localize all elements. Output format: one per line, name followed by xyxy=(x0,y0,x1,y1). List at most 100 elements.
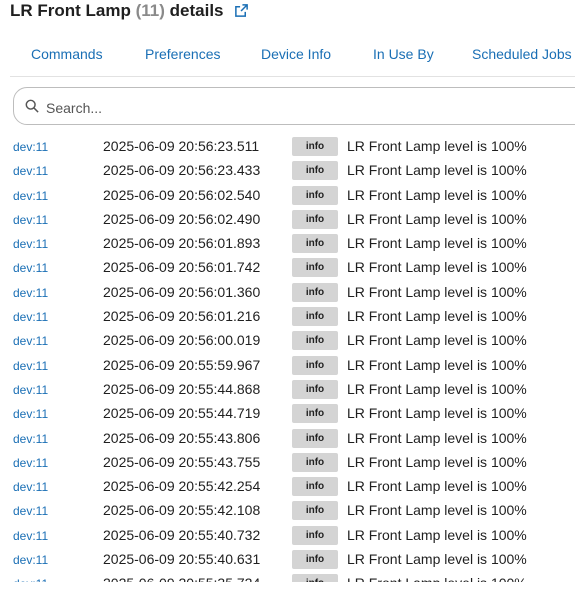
tab-scheduled-jobs[interactable]: Scheduled Jobs xyxy=(472,46,572,62)
log-level-badge: info xyxy=(292,477,338,496)
log-row: dev:11 2025-06-09 20:56:01.742 info LR Fron… xyxy=(0,255,575,279)
log-level-badge: info xyxy=(292,550,338,569)
log-level-badge: info xyxy=(292,526,338,545)
device-name: LR Front Lamp xyxy=(10,1,131,20)
log-timestamp: 2025-06-09 20:55:42.254 xyxy=(103,478,261,494)
log-row: dev:11 2025-06-09 20:56:02.490 info LR Fron… xyxy=(0,207,575,231)
log-device-link[interactable]: dev:11 xyxy=(13,407,48,421)
log-timestamp: 2025-06-09 20:56:01.216 xyxy=(103,308,261,324)
log-message: LR Front Lamp level is 100% xyxy=(347,551,527,567)
log-message: LR Front Lamp level is 100% xyxy=(347,502,527,518)
log-device-link[interactable]: dev:11 xyxy=(13,529,48,543)
log-timestamp: 2025-06-09 20:55:40.631 xyxy=(103,551,261,567)
log-timestamp: 2025-06-09 20:56:23.511 xyxy=(103,138,260,154)
log-row: dev:11 2025-06-09 20:56:23.433 info LR Fron… xyxy=(0,158,575,182)
log-row: dev:11 2025-06-09 20:56:23.511 info LR Fron… xyxy=(0,134,575,158)
title-suffix: details xyxy=(169,1,224,20)
log-level-badge: info xyxy=(292,283,338,302)
log-timestamp: 2025-06-09 20:55:44.868 xyxy=(103,381,261,397)
log-timestamp: 2025-06-09 20:56:01.893 xyxy=(103,235,261,251)
log-row: dev:11 2025-06-09 20:55:42.254 info LR Fron… xyxy=(0,474,575,498)
log-level-badge: info xyxy=(292,307,338,326)
log-message: LR Front Lamp level is 100% xyxy=(347,527,527,543)
log-level-badge: info xyxy=(292,161,338,180)
log-timestamp: 2025-06-09 20:56:00.019 xyxy=(103,332,261,348)
log-level-badge: info xyxy=(292,574,338,582)
log-device-link[interactable]: dev:11 xyxy=(13,577,48,582)
log-timestamp: 2025-06-09 20:55:42.108 xyxy=(103,502,261,518)
log-timestamp: 2025-06-09 20:56:02.490 xyxy=(103,211,261,227)
log-device-link[interactable]: dev:11 xyxy=(13,189,48,203)
log-device-link[interactable]: dev:11 xyxy=(13,164,48,178)
log-message: LR Front Lamp level is 100% xyxy=(347,235,527,251)
tab-bar: Commands Preferences Device Info In Use … xyxy=(10,38,575,77)
log-level-badge: info xyxy=(292,501,338,520)
log-device-link[interactable]: dev:11 xyxy=(13,310,48,324)
log-level-badge: info xyxy=(292,258,338,277)
log-message: LR Front Lamp level is 100% xyxy=(347,187,527,203)
log-device-link[interactable]: dev:11 xyxy=(13,140,48,154)
tab-device-info[interactable]: Device Info xyxy=(261,46,331,62)
log-message: LR Front Lamp level is 100% xyxy=(347,138,527,154)
log-device-link[interactable]: dev:11 xyxy=(13,261,48,275)
log-message: LR Front Lamp level is 100% xyxy=(347,357,527,373)
log-level-badge: info xyxy=(292,331,338,350)
search-input[interactable] xyxy=(44,96,528,120)
log-timestamp: 2025-06-09 20:55:40.732 xyxy=(103,527,261,543)
log-level-badge: info xyxy=(292,210,338,229)
log-timestamp: 2025-06-09 20:56:01.742 xyxy=(103,259,261,275)
log-message: LR Front Lamp level is 100% xyxy=(347,259,527,275)
log-row: dev:11 2025-06-09 20:56:01.893 info LR Fron… xyxy=(0,231,575,255)
tab-in-use-by[interactable]: In Use By xyxy=(373,46,434,62)
log-message: LR Front Lamp level is 100% xyxy=(347,332,527,348)
log-timestamp: 2025-06-09 20:55:35.724 xyxy=(103,575,260,582)
log-device-link[interactable]: dev:11 xyxy=(13,334,48,348)
log-timestamp: 2025-06-09 20:55:59.967 xyxy=(103,357,261,373)
log-device-link[interactable]: dev:11 xyxy=(13,553,48,567)
log-level-badge: info xyxy=(292,429,338,448)
tab-preferences[interactable]: Preferences xyxy=(145,46,220,62)
log-timestamp: 2025-06-09 20:55:43.806 xyxy=(103,430,261,446)
tab-commands[interactable]: Commands xyxy=(31,46,103,62)
log-row: dev:11 2025-06-09 20:56:00.019 info LR Fron… xyxy=(0,328,575,352)
log-device-link[interactable]: dev:11 xyxy=(13,456,48,470)
log-message: LR Front Lamp level is 100% xyxy=(347,575,527,582)
log-device-link[interactable]: dev:11 xyxy=(13,504,48,518)
log-level-badge: info xyxy=(292,404,338,423)
log-level-badge: info xyxy=(292,453,338,472)
log-message: LR Front Lamp level is 100% xyxy=(347,162,527,178)
log-device-link[interactable]: dev:11 xyxy=(13,237,48,251)
log-device-link[interactable]: dev:11 xyxy=(13,432,48,446)
log-message: LR Front Lamp level is 100% xyxy=(347,308,527,324)
log-device-link[interactable]: dev:11 xyxy=(13,480,48,494)
log-row: dev:11 2025-06-09 20:55:43.806 info LR Fron… xyxy=(0,426,575,450)
log-message: LR Front Lamp level is 100% xyxy=(347,430,527,446)
log-level-badge: info xyxy=(292,234,338,253)
search-icon xyxy=(25,99,39,118)
log-row: dev:11 2025-06-09 20:55:40.732 info LR Fron… xyxy=(0,523,575,547)
log-message: LR Front Lamp level is 100% xyxy=(347,284,527,300)
log-timestamp: 2025-06-09 20:55:43.755 xyxy=(103,454,261,470)
log-device-link[interactable]: dev:11 xyxy=(13,286,48,300)
log-timestamp: 2025-06-09 20:56:02.540 xyxy=(103,187,261,203)
log-timestamp: 2025-06-09 20:55:44.719 xyxy=(103,405,261,421)
log-row: dev:11 2025-06-09 20:55:43.755 info LR Fron… xyxy=(0,450,575,474)
log-message: LR Front Lamp level is 100% xyxy=(347,211,527,227)
log-message: LR Front Lamp level is 100% xyxy=(347,478,527,494)
search-box xyxy=(13,87,575,125)
log-timestamp: 2025-06-09 20:56:23.433 xyxy=(103,162,261,178)
log-row: dev:11 2025-06-09 20:56:01.216 info LR Fron… xyxy=(0,304,575,328)
log-row: dev:11 2025-06-09 20:55:35.724 info LR Fron… xyxy=(0,571,575,582)
log-device-link[interactable]: dev:11 xyxy=(13,359,48,373)
log-device-link[interactable]: dev:11 xyxy=(13,383,48,397)
log-message: LR Front Lamp level is 100% xyxy=(347,454,527,470)
log-row: dev:11 2025-06-09 20:55:42.108 info LR Fron… xyxy=(0,498,575,522)
external-link-icon[interactable] xyxy=(234,2,249,24)
log-row: dev:11 2025-06-09 20:55:44.868 info LR Fron… xyxy=(0,377,575,401)
log-row: dev:11 2025-06-09 20:55:40.631 info LR Fron… xyxy=(0,547,575,571)
log-level-badge: info xyxy=(292,356,338,375)
log-device-link[interactable]: dev:11 xyxy=(13,213,48,227)
log-level-badge: info xyxy=(292,186,338,205)
log-message: LR Front Lamp level is 100% xyxy=(347,381,527,397)
page-title: LR Front Lamp (11) details xyxy=(10,0,249,22)
